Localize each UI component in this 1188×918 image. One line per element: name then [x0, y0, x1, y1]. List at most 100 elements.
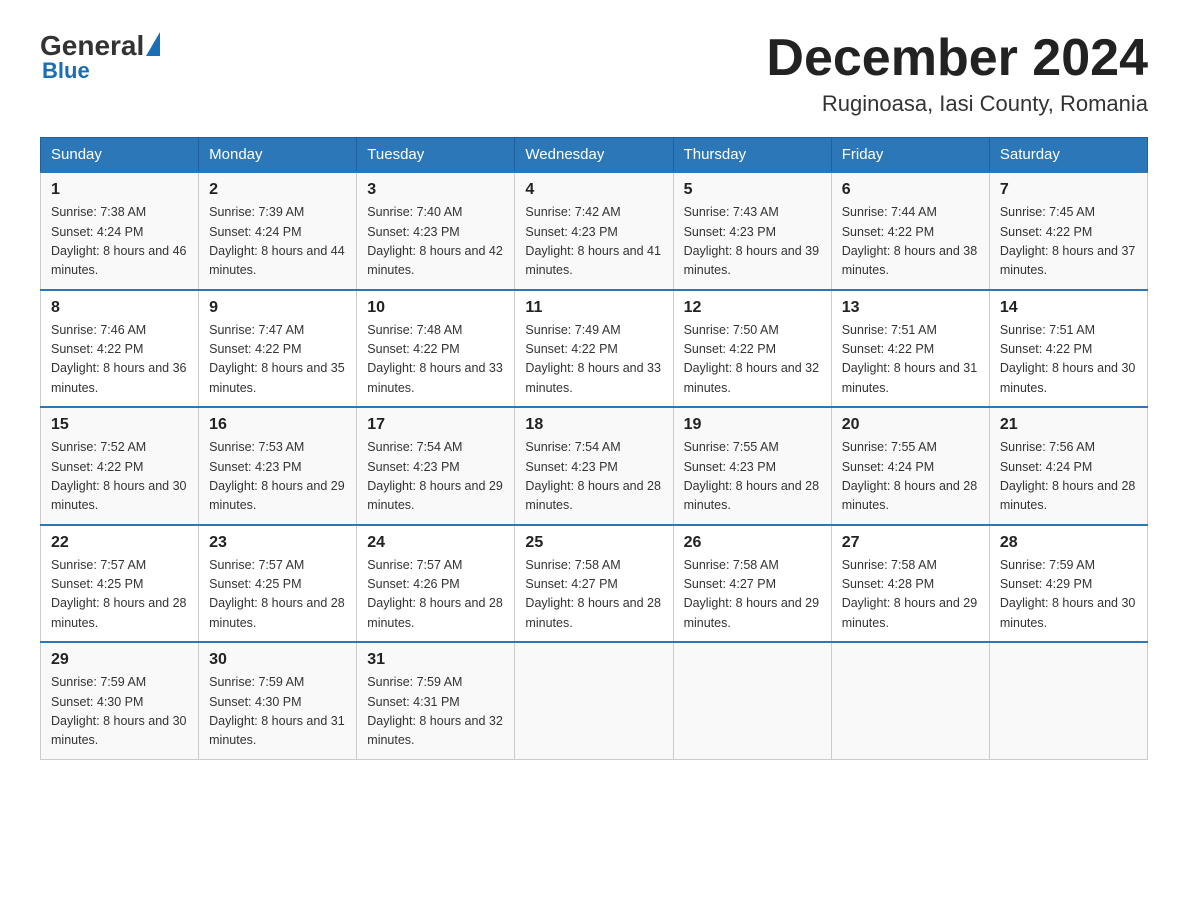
calendar-cell: 31Sunrise: 7:59 AMSunset: 4:31 PMDayligh… [357, 642, 515, 759]
calendar-cell [989, 642, 1147, 759]
day-info: Sunrise: 7:52 AMSunset: 4:22 PMDaylight:… [51, 438, 188, 516]
day-number: 20 [842, 416, 979, 434]
day-info: Sunrise: 7:51 AMSunset: 4:22 PMDaylight:… [1000, 321, 1137, 399]
calendar-cell: 1 Sunrise: 7:38 AMSunset: 4:24 PMDaylight… [41, 172, 199, 290]
day-info: Sunrise: 7:50 AMSunset: 4:22 PMDaylight:… [684, 321, 821, 399]
weekday-header-friday: Friday [831, 138, 989, 173]
calendar-cell: 24 Sunrise: 7:57 AMSunset: 4:26 PMDayligh… [357, 525, 515, 643]
calendar-cell: 30Sunrise: 7:59 AMSunset: 4:30 PMDayligh… [199, 642, 357, 759]
day-info: Sunrise: 7:46 AMSunset: 4:22 PMDaylight:… [51, 321, 188, 399]
calendar-week-row: 1 Sunrise: 7:38 AMSunset: 4:24 PMDaylight… [41, 172, 1148, 290]
title-area: December 2024 Ruginoasa, Iasi County, Ro… [766, 30, 1148, 117]
calendar-cell: 29 Sunrise: 7:59 AMSunset: 4:30 PMDayligh… [41, 642, 199, 759]
day-number: 26 [684, 534, 821, 552]
day-info: Sunrise: 7:40 AMSunset: 4:23 PMDaylight:… [367, 203, 504, 281]
day-number: 18 [525, 416, 662, 434]
day-number: 25 [525, 534, 662, 552]
weekday-header-wednesday: Wednesday [515, 138, 673, 173]
calendar-cell: 19 Sunrise: 7:55 AMSunset: 4:23 PMDayligh… [673, 407, 831, 525]
day-info: Sunrise: 7:55 AMSunset: 4:23 PMDaylight:… [684, 438, 821, 516]
day-info: Sunrise: 7:58 AMSunset: 4:27 PMDaylight:… [684, 556, 821, 634]
day-number: 22 [51, 534, 188, 552]
calendar-cell: 26 Sunrise: 7:58 AMSunset: 4:27 PMDayligh… [673, 525, 831, 643]
calendar-cell: 5 Sunrise: 7:43 AMSunset: 4:23 PMDaylight… [673, 172, 831, 290]
calendar-subtitle: Ruginoasa, Iasi County, Romania [766, 91, 1148, 117]
day-number: 4 [525, 181, 662, 199]
weekday-header-tuesday: Tuesday [357, 138, 515, 173]
day-info: Sunrise: 7:55 AMSunset: 4:24 PMDaylight:… [842, 438, 979, 516]
calendar-week-row: 15 Sunrise: 7:52 AMSunset: 4:22 PMDayligh… [41, 407, 1148, 525]
day-info: Sunrise: 7:58 AMSunset: 4:27 PMDaylight:… [525, 556, 662, 634]
calendar-cell: 21 Sunrise: 7:56 AMSunset: 4:24 PMDayligh… [989, 407, 1147, 525]
day-info: Sunrise: 7:57 AMSunset: 4:26 PMDaylight:… [367, 556, 504, 634]
day-info: Sunrise: 7:43 AMSunset: 4:23 PMDaylight:… [684, 203, 821, 281]
day-number: 1 [51, 181, 188, 199]
calendar-cell: 16 Sunrise: 7:53 AMSunset: 4:23 PMDayligh… [199, 407, 357, 525]
day-number: 8 [51, 299, 188, 317]
calendar-cell [515, 642, 673, 759]
calendar-cell: 23Sunrise: 7:57 AMSunset: 4:25 PMDayligh… [199, 525, 357, 643]
calendar-week-row: 8 Sunrise: 7:46 AMSunset: 4:22 PMDaylight… [41, 290, 1148, 408]
weekday-header-row: SundayMondayTuesdayWednesdayThursdayFrid… [41, 138, 1148, 173]
day-number: 15 [51, 416, 188, 434]
calendar-cell: 7Sunrise: 7:45 AMSunset: 4:22 PMDaylight… [989, 172, 1147, 290]
calendar-table: SundayMondayTuesdayWednesdayThursdayFrid… [40, 137, 1148, 760]
calendar-cell: 20 Sunrise: 7:55 AMSunset: 4:24 PMDayligh… [831, 407, 989, 525]
day-number: 13 [842, 299, 979, 317]
calendar-cell [673, 642, 831, 759]
day-info: Sunrise: 7:45 AMSunset: 4:22 PMDaylight:… [1000, 203, 1137, 281]
day-number: 3 [367, 181, 504, 199]
calendar-cell: 25 Sunrise: 7:58 AMSunset: 4:27 PMDayligh… [515, 525, 673, 643]
calendar-cell: 11Sunrise: 7:49 AMSunset: 4:22 PMDayligh… [515, 290, 673, 408]
logo-blue-text: Blue [42, 58, 90, 84]
day-info: Sunrise: 7:58 AMSunset: 4:28 PMDaylight:… [842, 556, 979, 634]
calendar-cell: 17Sunrise: 7:54 AMSunset: 4:23 PMDayligh… [357, 407, 515, 525]
day-info: Sunrise: 7:57 AMSunset: 4:25 PMDaylight:… [51, 556, 188, 634]
day-info: Sunrise: 7:53 AMSunset: 4:23 PMDaylight:… [209, 438, 346, 516]
calendar-cell: 4 Sunrise: 7:42 AMSunset: 4:23 PMDaylight… [515, 172, 673, 290]
day-number: 17 [367, 416, 504, 434]
calendar-cell: 14 Sunrise: 7:51 AMSunset: 4:22 PMDayligh… [989, 290, 1147, 408]
day-info: Sunrise: 7:38 AMSunset: 4:24 PMDaylight:… [51, 203, 188, 281]
day-number: 14 [1000, 299, 1137, 317]
calendar-cell: 3 Sunrise: 7:40 AMSunset: 4:23 PMDaylight… [357, 172, 515, 290]
day-info: Sunrise: 7:42 AMSunset: 4:23 PMDaylight:… [525, 203, 662, 281]
calendar-cell: 27Sunrise: 7:58 AMSunset: 4:28 PMDayligh… [831, 525, 989, 643]
day-number: 19 [684, 416, 821, 434]
calendar-week-row: 29 Sunrise: 7:59 AMSunset: 4:30 PMDayligh… [41, 642, 1148, 759]
calendar-cell: 10 Sunrise: 7:48 AMSunset: 4:22 PMDayligh… [357, 290, 515, 408]
day-number: 31 [367, 651, 504, 669]
day-number: 10 [367, 299, 504, 317]
day-number: 16 [209, 416, 346, 434]
day-info: Sunrise: 7:47 AMSunset: 4:22 PMDaylight:… [209, 321, 346, 399]
weekday-header-monday: Monday [199, 138, 357, 173]
calendar-cell: 28Sunrise: 7:59 AMSunset: 4:29 PMDayligh… [989, 525, 1147, 643]
day-info: Sunrise: 7:51 AMSunset: 4:22 PMDaylight:… [842, 321, 979, 399]
calendar-cell: 22 Sunrise: 7:57 AMSunset: 4:25 PMDayligh… [41, 525, 199, 643]
calendar-cell: 9 Sunrise: 7:47 AMSunset: 4:22 PMDaylight… [199, 290, 357, 408]
day-number: 6 [842, 181, 979, 199]
day-info: Sunrise: 7:56 AMSunset: 4:24 PMDaylight:… [1000, 438, 1137, 516]
day-info: Sunrise: 7:48 AMSunset: 4:22 PMDaylight:… [367, 321, 504, 399]
day-number: 9 [209, 299, 346, 317]
day-info: Sunrise: 7:44 AMSunset: 4:22 PMDaylight:… [842, 203, 979, 281]
day-info: Sunrise: 7:39 AMSunset: 4:24 PMDaylight:… [209, 203, 346, 281]
calendar-cell [831, 642, 989, 759]
calendar-cell: 12 Sunrise: 7:50 AMSunset: 4:22 PMDayligh… [673, 290, 831, 408]
day-number: 24 [367, 534, 504, 552]
calendar-cell: 8 Sunrise: 7:46 AMSunset: 4:22 PMDaylight… [41, 290, 199, 408]
day-number: 2 [209, 181, 346, 199]
day-info: Sunrise: 7:54 AMSunset: 4:23 PMDaylight:… [525, 438, 662, 516]
day-info: Sunrise: 7:59 AMSunset: 4:30 PMDaylight:… [51, 673, 188, 751]
calendar-cell: 18 Sunrise: 7:54 AMSunset: 4:23 PMDayligh… [515, 407, 673, 525]
weekday-header-thursday: Thursday [673, 138, 831, 173]
day-number: 12 [684, 299, 821, 317]
logo-triangle-icon [146, 32, 160, 56]
day-number: 21 [1000, 416, 1137, 434]
day-number: 29 [51, 651, 188, 669]
page-header: General Blue December 2024 Ruginoasa, Ia… [40, 30, 1148, 117]
weekday-header-saturday: Saturday [989, 138, 1147, 173]
day-number: 5 [684, 181, 821, 199]
day-number: 11 [525, 299, 662, 317]
day-number: 28 [1000, 534, 1137, 552]
